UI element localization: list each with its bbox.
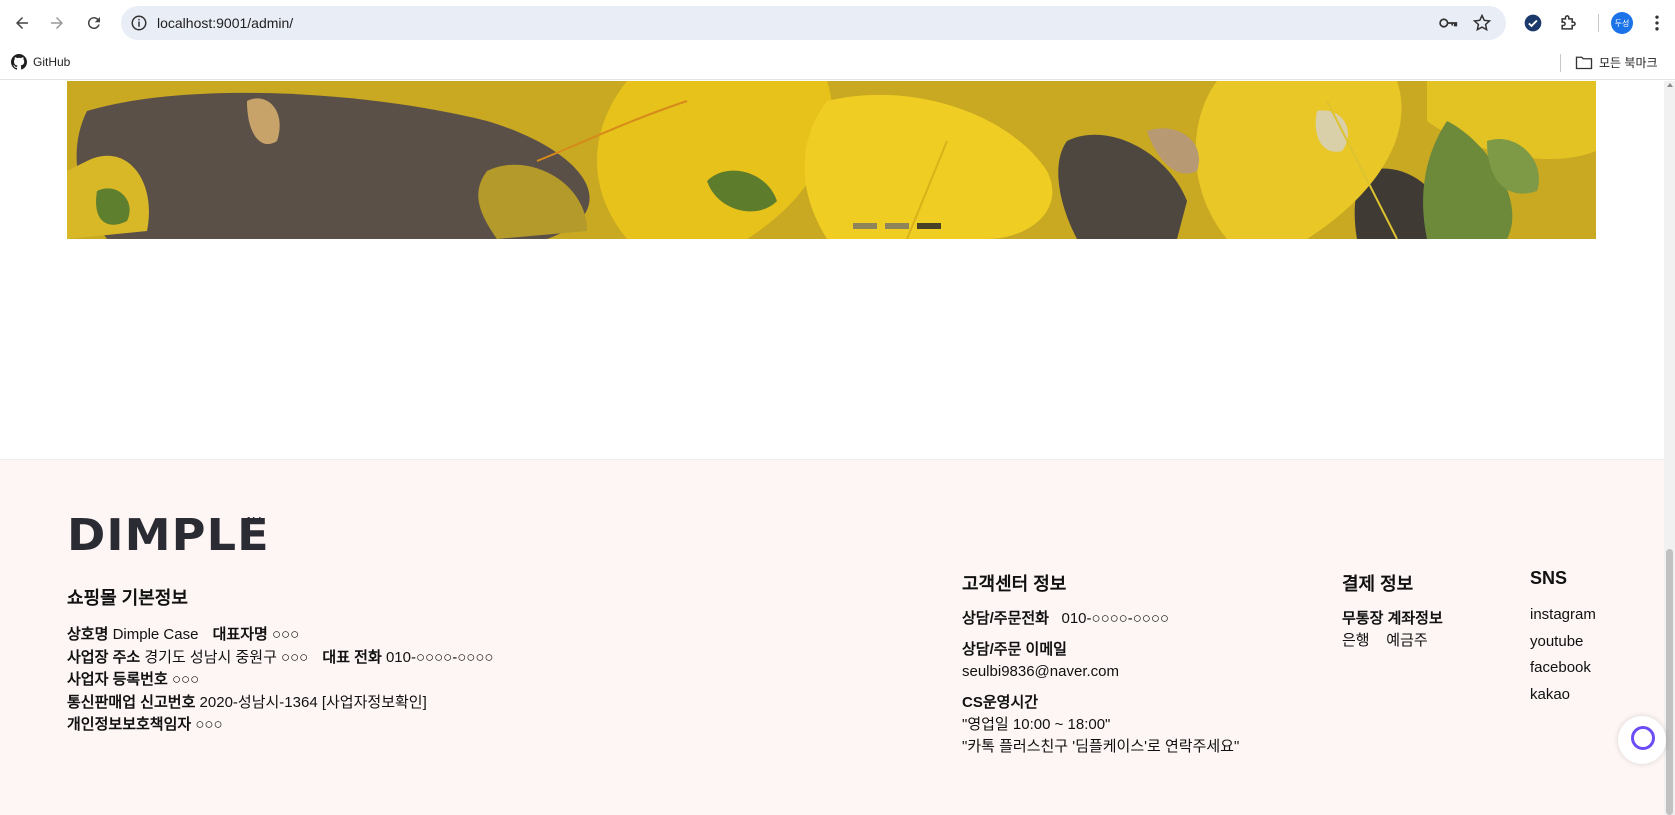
cs-title: 고객센터 정보	[962, 574, 1067, 594]
account-row: 은행 예금주	[1342, 630, 1502, 652]
back-button[interactable]	[10, 11, 34, 35]
mail-order-label: 통신판매업 신고번호	[67, 693, 196, 711]
biz-no-line: 사업자 등록번호 ○○○	[67, 669, 767, 692]
bookmarks-bar: GitHub 모든 북마크	[0, 46, 1675, 80]
sns-link-youtube[interactable]: youtube	[1530, 629, 1630, 656]
company-label: 상호명	[67, 626, 109, 643]
profile-avatar[interactable]: 두성	[1611, 12, 1633, 34]
arrow-right-icon	[51, 17, 63, 29]
bookmark-github[interactable]: GitHub	[11, 52, 70, 72]
autumn-leaves-image	[67, 81, 1596, 239]
url-text: localhost:9001/admin/	[157, 15, 294, 31]
payment-info: 결제 정보 무통장 계좌정보 은행 예금주	[1342, 570, 1502, 652]
logo-sup: ALL	[245, 516, 265, 527]
extensions-button[interactable]	[1556, 11, 1580, 35]
ceo-value: ○○○	[272, 626, 300, 643]
cs-phone-label: 상담/주문전화	[962, 610, 1049, 627]
bookmark-label: GitHub	[33, 55, 71, 69]
key-icon[interactable]	[1438, 14, 1458, 32]
phone-value: 010-○○○○-○○○○	[385, 648, 494, 666]
slider-pagination	[853, 223, 941, 229]
browser-menu-button[interactable]	[1645, 11, 1669, 35]
all-bookmarks-button[interactable]: 모든 북마크	[1575, 52, 1658, 72]
hero-banner-slide[interactable]	[67, 81, 1596, 239]
mail-order-line: 통신판매업 신고번호 2020-성남시-1364 [사업자정보확인]	[67, 692, 767, 715]
account-label: 무통장 계좌정보	[1342, 610, 1443, 627]
logo-text: DIMPLE	[67, 510, 270, 561]
address-bar[interactable]: localhost:9001/admin/	[121, 6, 1506, 40]
reload-icon	[87, 17, 100, 30]
kebab-menu-icon	[1655, 15, 1659, 31]
biz-no-value: ○○○	[171, 671, 200, 688]
mail-order-value[interactable]: 2020-성남시-1364 [사업자정보확인]	[200, 694, 427, 711]
company-value: Dimple Case	[112, 626, 199, 643]
company-line: 상호명 Dimple Case 대표자명 ○○○	[67, 624, 767, 647]
dimple-logo[interactable]: DIMPLE ALL	[67, 514, 269, 558]
slider-dot-active[interactable]	[917, 223, 941, 229]
cs-hours-line1: "영업일 10:00 ~ 18:00"	[962, 716, 1111, 733]
cs-email-value[interactable]: seulbi9836@naver.com	[962, 661, 1302, 683]
puzzle-icon	[1561, 15, 1576, 30]
page-scrollbar[interactable]	[1664, 81, 1675, 815]
privacy-line: 개인정보보호책임자 ○○○	[67, 714, 767, 737]
basic-info-title: 쇼핑몰 기본정보	[67, 588, 188, 608]
privacy-value: ○○○	[195, 716, 223, 733]
cs-email-block: 상담/주문 이메일 seulbi9836@naver.com	[962, 639, 1302, 683]
slider-dot[interactable]	[885, 223, 909, 229]
cs-phone-block: 상담/주문전화 010-○○○○-○○○○	[962, 608, 1302, 630]
sns-links: SNS instagram youtube facebook kakao	[1530, 568, 1630, 708]
sns-link-kakao[interactable]: kakao	[1530, 682, 1630, 709]
site-info-icon[interactable]	[130, 14, 148, 32]
address-line: 사업장 주소 경기도 성남시 중원구 ○○○ 대표 전화 010-○○○○-○○…	[67, 647, 767, 670]
all-bookmarks-label: 모든 북마크	[1599, 55, 1658, 70]
cs-hours-label: CS운영시간	[962, 694, 1039, 711]
customer-center-info: 고객센터 정보 상담/주문전화 010-○○○○-○○○○ 상담/주문 이메일 …	[962, 570, 1302, 767]
sns-link-facebook[interactable]: facebook	[1530, 655, 1630, 682]
github-icon	[11, 54, 27, 70]
folder-icon	[1575, 56, 1593, 69]
cs-phone-value: 010-○○○○-○○○○	[1061, 610, 1169, 627]
browser-toolbar: localhost:9001/admin/ 두성	[0, 0, 1675, 46]
payment-title: 결제 정보	[1342, 574, 1414, 594]
reload-button[interactable]	[82, 11, 106, 35]
address-value: 경기도 성남시 중원구 ○○○	[144, 648, 309, 666]
bookmark-star-icon[interactable]	[1472, 13, 1492, 33]
holder-label: 예금주	[1386, 632, 1428, 649]
cs-email-label: 상담/주문 이메일	[962, 641, 1067, 658]
site-footer: DIMPLE ALL 쇼핑몰 기본정보 상호명 Dimple Case 대표자명…	[0, 459, 1664, 815]
scroll-up-arrow-icon[interactable]	[1667, 83, 1673, 87]
phone-label: 대표 전화	[322, 648, 382, 666]
arrow-left-icon	[16, 17, 28, 29]
sns-title: SNS	[1530, 568, 1568, 588]
privacy-label: 개인정보보호책임자	[67, 716, 192, 733]
toolbar-divider	[1598, 14, 1599, 32]
shop-basic-info: 쇼핑몰 기본정보 상호명 Dimple Case 대표자명 ○○○ 사업장 주소…	[67, 584, 767, 737]
slider-dot[interactable]	[853, 223, 877, 229]
cs-hours-line2: "카톡 플러스친구 '딤플케이스'로 연락주세요"	[962, 738, 1240, 755]
scroll-thumb[interactable]	[1666, 549, 1673, 815]
cs-hours-block: CS운영시간 "영업일 10:00 ~ 18:00" "카톡 플러스친구 '딤플…	[962, 692, 1302, 758]
extension-check-button[interactable]	[1521, 11, 1545, 35]
biz-no-label: 사업자 등록번호	[67, 671, 168, 688]
bookmarks-divider	[1560, 54, 1561, 72]
chat-widget-button[interactable]	[1618, 716, 1666, 764]
bank-label: 은행	[1342, 632, 1370, 649]
page-viewport: DIMPLE ALL 쇼핑몰 기본정보 상호명 Dimple Case 대표자명…	[0, 81, 1675, 815]
address-label: 사업장 주소	[67, 648, 141, 666]
sns-link-instagram[interactable]: instagram	[1530, 602, 1630, 629]
check-badge-icon	[1524, 14, 1542, 32]
forward-button[interactable]	[45, 11, 69, 35]
ceo-label: 대표자명	[212, 626, 268, 643]
